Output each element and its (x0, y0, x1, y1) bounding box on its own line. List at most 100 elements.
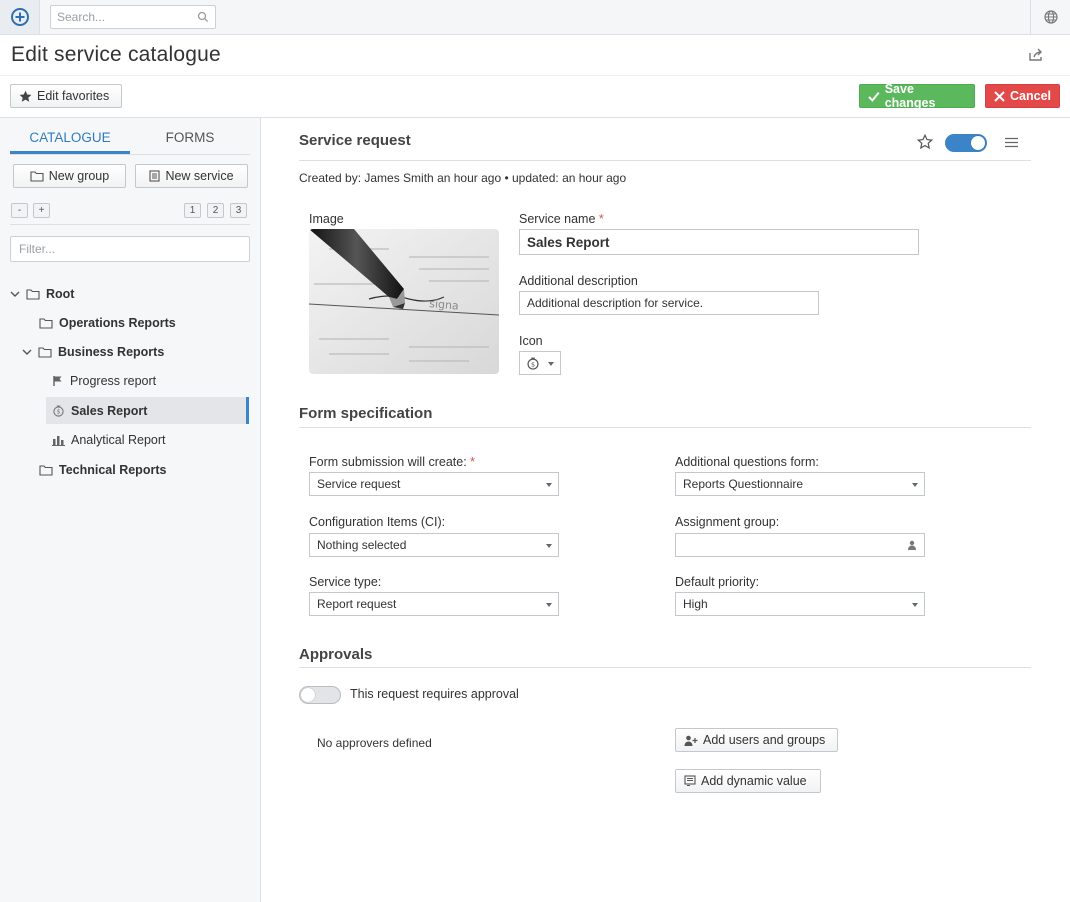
required-marker: * (598, 212, 604, 226)
approvals-divider (299, 667, 1031, 668)
submission-label-text: Form submission will create: (309, 455, 467, 469)
filter-box (10, 236, 250, 262)
filter-input[interactable] (11, 237, 241, 261)
form-icon (684, 775, 696, 786)
level-3-button[interactable]: 3 (230, 203, 247, 218)
page-title: Edit service catalogue (11, 43, 221, 66)
tree-item-sales-report[interactable]: $ Sales Report (46, 397, 249, 424)
approval-toggle-label: This request requires approval (350, 687, 519, 701)
approval-toggle[interactable] (299, 686, 341, 704)
tree-item-root[interactable]: Root (10, 280, 74, 307)
add-users-button[interactable]: Add users and groups (675, 728, 838, 752)
ci-value: Nothing selected (317, 538, 407, 552)
created-by: Created by: James Smith (299, 171, 434, 185)
money-bag-icon: $ (527, 357, 539, 370)
search-icon[interactable] (197, 11, 209, 23)
share-icon[interactable] (1028, 48, 1044, 62)
service-type-label: Service type: (309, 575, 382, 589)
add-users-label: Add users and groups (703, 733, 826, 747)
form-spec-title: Form specification (299, 405, 433, 422)
globe-icon (1043, 10, 1058, 24)
additional-description-input[interactable]: Additional description for service. (519, 291, 819, 315)
toolbar: Edit favorites Save changes Cancel (0, 76, 1070, 118)
chevron-down-icon (548, 362, 554, 366)
new-group-label: New group (48, 169, 110, 183)
expand-all-button[interactable]: + (33, 203, 50, 218)
chevron-down-icon (912, 483, 918, 487)
submission-value: Service request (317, 477, 401, 491)
document-icon (149, 170, 161, 182)
service-enabled-toggle[interactable] (945, 134, 987, 152)
pen-signing-image: signa (309, 229, 499, 374)
service-image[interactable]: signa (309, 229, 499, 374)
add-dynamic-value-button[interactable]: Add dynamic value (675, 769, 821, 793)
tree-item-label: Business Reports (58, 344, 165, 359)
header-divider (299, 160, 1031, 161)
tree-item-technical-reports[interactable]: Technical Reports (39, 456, 166, 483)
service-name-input[interactable]: Sales Report (519, 229, 919, 255)
chevron-down-icon (546, 483, 552, 487)
tree-item-operations-reports[interactable]: Operations Reports (39, 309, 176, 336)
additional-description-label: Additional description (519, 274, 638, 288)
folder-icon (30, 171, 44, 182)
tab-divider (10, 154, 250, 155)
chevron-down-icon[interactable] (22, 348, 32, 356)
add-dynamic-label: Add dynamic value (701, 774, 807, 788)
chevron-down-icon (912, 603, 918, 607)
tree-item-label: Technical Reports (59, 462, 167, 477)
user-icon[interactable] (907, 540, 917, 550)
assignment-input[interactable] (675, 533, 925, 557)
level-1-button[interactable]: 1 (184, 203, 201, 218)
svg-text:signa: signa (429, 297, 460, 313)
search-box (50, 5, 216, 29)
icon-selector[interactable]: $ (519, 351, 561, 375)
title-bar: Edit service catalogue (0, 35, 1070, 76)
created-time: an hour ago (437, 171, 502, 185)
tree-item-progress-report[interactable]: Progress report (52, 367, 156, 394)
form-spec-divider (299, 427, 1031, 428)
questions-label: Additional questions form: (675, 455, 819, 469)
questions-value: Reports Questionnaire (683, 477, 804, 491)
tree-item-business-reports[interactable]: Business Reports (22, 338, 164, 365)
tree-item-label: Progress report (70, 373, 157, 388)
ci-select[interactable]: Nothing selected (309, 533, 559, 557)
collapse-all-button[interactable]: - (11, 203, 28, 218)
image-label: Image (309, 212, 344, 226)
plus-circle-icon (10, 8, 29, 26)
save-changes-label: Save changes (884, 82, 936, 110)
tree-item-label: Root (46, 286, 75, 301)
save-changes-button[interactable]: Save changes (859, 82, 975, 110)
level-2-button[interactable]: 2 (207, 203, 224, 218)
add-circle-button[interactable] (0, 0, 40, 34)
service-name-label-text: Service name (519, 212, 596, 226)
globe-button[interactable] (1030, 0, 1070, 34)
priority-select[interactable]: High (675, 592, 925, 616)
cancel-button[interactable]: Cancel (985, 84, 1060, 108)
questions-select[interactable]: Reports Questionnaire (675, 472, 925, 496)
money-bag-icon: $ (53, 405, 64, 417)
service-name-label: Service name * (519, 212, 604, 226)
submission-select[interactable]: Service request (309, 472, 559, 496)
service-type-select[interactable]: Report request (309, 592, 559, 616)
menu-icon[interactable] (1005, 137, 1018, 148)
new-service-button[interactable]: New service (135, 164, 248, 188)
search-input[interactable] (51, 6, 191, 28)
close-icon (994, 90, 1005, 102)
approvals-title: Approvals (299, 646, 373, 663)
service-type-value: Report request (317, 597, 397, 611)
toggle-knob (971, 136, 985, 150)
tree-item-label: Sales Report (71, 403, 148, 418)
edit-favorites-button[interactable]: Edit favorites (10, 84, 122, 108)
tab-forms[interactable]: FORMS (130, 130, 250, 154)
user-plus-icon (684, 735, 698, 746)
chevron-down-icon[interactable] (10, 290, 20, 298)
new-group-button[interactable]: New group (13, 164, 126, 188)
chevron-down-icon (546, 544, 552, 548)
no-approvers-text: No approvers defined (317, 736, 432, 750)
tree-item-analytical-report[interactable]: Analytical Report (52, 426, 166, 453)
star-outline-icon[interactable] (917, 134, 933, 150)
toggle-knob (301, 688, 315, 702)
bar-chart-icon (52, 435, 65, 446)
tab-catalogue[interactable]: CATALOGUE (10, 130, 130, 154)
cancel-label: Cancel (1010, 89, 1051, 103)
